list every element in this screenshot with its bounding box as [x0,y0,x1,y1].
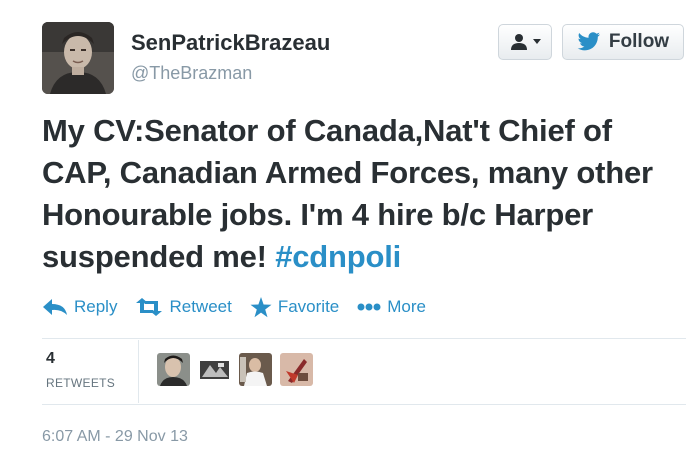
reply-label: Reply [74,297,118,316]
retweet-action[interactable]: Retweet [135,297,232,317]
retweeter-avatar[interactable] [198,353,231,386]
tweet-page: SenPatrickBrazeau @TheBrazman Follow My … [0,0,700,467]
retweeter-photo-icon [198,353,231,386]
retweet-label: Retweet [169,297,232,316]
retweeter-avatar[interactable] [280,353,313,386]
retweeter-avatar[interactable] [157,353,190,386]
favorite-label: Favorite [277,297,340,316]
star-icon [250,296,272,317]
twitter-bird-icon [577,32,601,51]
profile-photo-icon [42,22,114,94]
tweet-actions: Reply Retweet Favorite More [42,292,444,322]
profile-avatar[interactable] [42,22,114,94]
retweeter-photo-icon [157,353,190,386]
person-icon [510,34,527,50]
follow-button[interactable]: Follow [562,24,684,60]
retweeter-photo-icon [239,353,272,386]
more-action[interactable]: More [357,297,426,317]
favorite-action[interactable]: Favorite [250,296,340,318]
retweet-icon [136,298,163,316]
divider-top [42,338,686,339]
retweeter-photo-icon [280,353,313,386]
divider-bottom [42,404,686,405]
follow-label: Follow [608,31,670,52]
retweeter-avatars [157,353,313,386]
hashtag-link[interactable]: #cdnpoli [275,239,401,274]
reply-action[interactable]: Reply [42,297,117,317]
caret-down-icon [532,39,541,44]
more-dots-icon [357,303,381,311]
tweet-timestamp[interactable]: 6:07 AM - 29 Nov 13 [42,428,188,446]
retweet-count: 4 [46,350,55,367]
retweet-stats[interactable]: 4 RETWEETS [42,340,139,403]
reply-icon [43,299,67,315]
retweeter-avatar[interactable] [239,353,272,386]
more-label: More [387,297,426,316]
user-handle[interactable]: @TheBrazman [131,63,252,84]
tweet-text: My CV:Senator of Canada,Nat't Chief of C… [42,110,672,278]
user-full-name[interactable]: SenPatrickBrazeau [131,30,330,56]
user-actions-dropdown-button[interactable] [498,24,552,60]
retweet-count-label: RETWEETS [46,376,116,390]
